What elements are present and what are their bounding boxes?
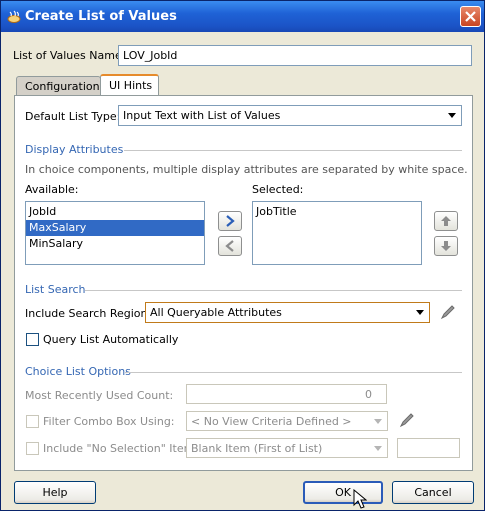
arrow-up-icon [441,216,451,226]
chevron-left-icon [225,240,234,252]
no-selection-checkbox[interactable] [26,442,39,455]
filter-combo-label: Filter Combo Box Using: [43,415,175,428]
chevron-down-icon [369,412,387,430]
ok-button[interactable]: OK [303,481,383,504]
default-list-type-value: Input Text with List of Values [123,109,281,122]
mru-count-spinner[interactable]: 0 [186,384,387,404]
query-list-auto-label: Query List Automatically [43,333,179,346]
list-item[interactable]: JobTitle [253,204,421,220]
choice-list-options-rule [125,372,462,373]
tab-ui-hints[interactable]: UI Hints [100,74,159,96]
filter-combo-select[interactable]: < No View Criteria Defined > [186,411,388,431]
include-search-region-value: All Queryable Attributes [150,306,282,319]
available-list[interactable]: JobId MaxSalary MinSalary [25,201,205,265]
include-search-region-select[interactable]: All Queryable Attributes [145,302,430,323]
list-search-rule [85,290,462,291]
filter-combo-checkbox[interactable] [26,415,39,428]
no-selection-select[interactable]: Blank Item (First of List) [186,438,388,458]
move-down-button[interactable] [434,236,458,256]
display-attributes-rule [124,150,462,151]
list-search-title: List Search [25,283,86,296]
arrow-down-icon [441,241,451,251]
default-list-type-select[interactable]: Input Text with List of Values [118,105,462,126]
no-selection-text-field[interactable] [397,438,460,458]
remove-attribute-button[interactable] [218,236,242,256]
query-list-auto-checkbox[interactable] [26,333,39,346]
tab-configuration[interactable]: Configuration [16,76,101,96]
display-attributes-title: Display Attributes [25,143,124,156]
title-bar[interactable]: Create List of Values [1,1,484,32]
include-search-region-label: Include Search Region: [25,307,152,320]
window-title: Create List of Values [25,9,177,24]
available-label: Available: [25,183,79,196]
pencil-edit-icon[interactable] [440,304,456,320]
list-item[interactable]: MaxSalary [26,220,204,236]
list-item[interactable]: MinSalary [26,236,204,252]
chevron-down-icon [443,106,461,125]
chevron-down-icon [411,303,429,322]
close-icon [465,11,476,22]
default-list-type-label: Default List Type: [25,110,121,123]
app-cup-icon [7,10,21,23]
lov-name-label: List of Values Name: [13,49,126,62]
add-attribute-button[interactable] [218,211,242,231]
no-selection-label: Include "No Selection" Item: [43,442,199,455]
filter-combo-value: < No View Criteria Defined > [191,415,352,428]
move-up-button[interactable] [434,211,458,231]
lov-name-field[interactable]: LOV_JobId [118,45,472,66]
display-attributes-hint: In choice components, multiple display a… [25,163,468,176]
choice-list-options-title: Choice List Options [25,365,131,378]
chevron-right-icon [226,215,235,227]
create-lov-dialog: Create List of Values List of Values Nam… [0,0,485,511]
chevron-down-icon [369,439,387,457]
selected-label: Selected: [252,183,304,196]
list-item[interactable]: JobId [26,204,204,220]
no-selection-value: Blank Item (First of List) [191,442,323,455]
mru-count-label: Most Recently Used Count: [25,389,174,402]
pencil-edit-icon[interactable] [399,412,415,428]
mouse-cursor-icon [353,489,367,509]
help-button[interactable]: Help [14,481,96,504]
cancel-button[interactable]: Cancel [392,481,474,504]
close-button[interactable] [460,6,481,27]
selected-list[interactable]: JobTitle [252,201,422,265]
